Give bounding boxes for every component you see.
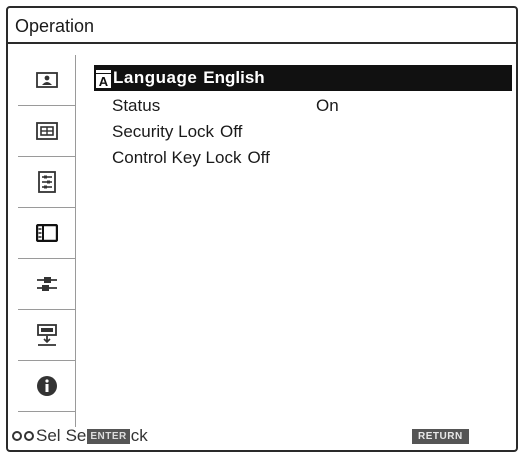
input-signal-icon: [36, 324, 57, 346]
sidebar: [18, 55, 76, 427]
menu-item-label: Language: [113, 68, 198, 87]
sidebar-item-input-signal[interactable]: [18, 310, 75, 361]
menu-item-label: Security Lock: [112, 122, 215, 141]
back-hint-suffix: ck: [130, 426, 148, 445]
menu-item-control-key-lock[interactable]: Control Key Lock Off: [94, 145, 512, 171]
information-icon: [36, 376, 57, 396]
connection-icon: [36, 277, 57, 291]
menu-item-security-lock[interactable]: Security Lock Off: [94, 119, 512, 145]
setup-icon: [37, 171, 56, 193]
set-hint-prefix: Se: [65, 426, 87, 445]
sidebar-item-setup[interactable]: [18, 157, 75, 208]
operation-menu-window: Operation A Language English Status On S…: [6, 6, 518, 452]
sidebar-item-screen[interactable]: [18, 106, 75, 157]
footer-guide: Sel Se ENTER ck RETURN: [8, 420, 516, 450]
language-icon: A: [96, 69, 111, 89]
title-bar: Operation: [8, 8, 516, 44]
menu-item-status[interactable]: Status On: [94, 93, 512, 119]
menu-item-value: On: [316, 96, 339, 115]
return-badge: RETURN: [412, 429, 469, 444]
left-right-button-icon: [24, 431, 34, 441]
menu-item-value: English: [203, 68, 265, 87]
svg-text:A: A: [99, 74, 109, 88]
up-down-button-icon: [12, 431, 22, 441]
sidebar-item-picture[interactable]: [18, 55, 75, 106]
menu-item-label: Status: [112, 96, 161, 115]
footer-hints: Sel Se ENTER ck: [12, 426, 148, 446]
sidebar-item-operation[interactable]: [18, 208, 75, 259]
menu-item-value: Off: [247, 148, 270, 167]
menu-item-value: Off: [220, 122, 243, 141]
sidebar-item-information[interactable]: [18, 361, 75, 412]
window-title: Operation: [15, 16, 95, 36]
operation-icon: [35, 224, 58, 242]
screen-icon: [35, 122, 58, 140]
sidebar-item-connection[interactable]: [18, 259, 75, 310]
menu-item-language[interactable]: A Language English: [94, 65, 512, 91]
menu-list: A Language English Status On Security Lo…: [94, 65, 512, 171]
enter-badge: ENTER: [87, 428, 130, 444]
picture-icon: [35, 72, 58, 88]
sel-hint: Sel: [36, 426, 61, 445]
menu-item-label: Control Key Lock: [112, 148, 242, 167]
